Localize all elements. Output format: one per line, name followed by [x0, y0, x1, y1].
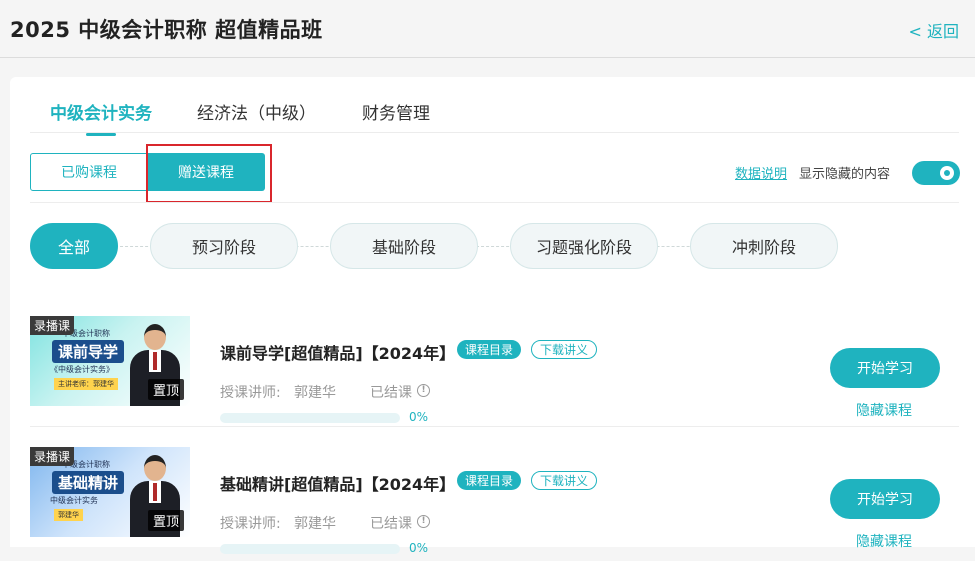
course-thumbnail[interactable]: 中级会计职称 课前导学 《中级会计实务》 主讲老师：郭建华 录播课 置顶 — [30, 316, 190, 406]
course-catalog-button[interactable]: 课程目录 — [457, 340, 521, 359]
download-handout-button[interactable]: 下载讲义 — [531, 340, 597, 359]
progress-bar — [220, 544, 400, 554]
start-learning-button[interactable]: 开始学习 — [830, 348, 940, 388]
back-link[interactable]: < 返回 — [909, 18, 960, 42]
course-title[interactable]: 课前导学[超值精品]【2024年】 — [220, 340, 455, 364]
teacher-name: 郭建华 — [294, 385, 336, 401]
tab-intermediate-accounting[interactable]: 中级会计实务 — [50, 99, 152, 136]
page-header: 2025 中级会计职称 超值精品班 < 返回 — [0, 0, 975, 58]
show-hidden-toggle[interactable] — [912, 161, 960, 185]
show-hidden-label: 显示隐藏的内容 — [799, 167, 891, 182]
subject-tabs: 中级会计实务 经济法（中级） 财务管理 — [10, 77, 975, 136]
download-handout-button[interactable]: 下载讲义 — [531, 471, 597, 490]
course-row: 中级会计职称 课前导学 《中级会计实务》 主讲老师：郭建华 录播课 置顶 课前导… — [10, 300, 975, 430]
thumb-main-title: 课前导学 — [52, 340, 125, 363]
purchased-courses-button[interactable]: 已购课程 — [30, 153, 148, 191]
info-icon[interactable]: ! — [417, 515, 430, 528]
stage-exercise[interactable]: 习题强化阶段 — [510, 223, 658, 269]
hide-course-link[interactable]: 隐藏课程 — [856, 531, 912, 551]
tab-economic-law[interactable]: 经济法（中级） — [197, 99, 316, 124]
course-status: 已结课 — [370, 516, 412, 532]
start-learning-button[interactable]: 开始学习 — [830, 479, 940, 519]
teacher-label: 授课讲师: — [220, 385, 281, 401]
pinned-badge: 置顶 — [147, 379, 184, 400]
thumb-book: 中级会计实务 — [50, 496, 98, 505]
pinned-badge: 置顶 — [147, 510, 184, 531]
course-thumbnail[interactable]: 中级会计职称 基础精讲 中级会计实务 郭建华 录播课 置顶 — [30, 447, 190, 537]
course-title[interactable]: 基础精讲[超值精品]【2024年】 — [220, 471, 455, 495]
thumb-teacher: 郭建华 — [54, 509, 83, 521]
thumb-book: 《中级会计实务》 — [50, 365, 114, 374]
stage-all[interactable]: 全部 — [30, 223, 118, 269]
data-note-link[interactable]: 数据说明 — [735, 163, 787, 182]
stage-foundation[interactable]: 基础阶段 — [330, 223, 478, 269]
course-catalog-button[interactable]: 课程目录 — [457, 471, 521, 490]
gift-courses-button[interactable]: 赠送课程 — [147, 153, 265, 191]
stage-sprint[interactable]: 冲刺阶段 — [690, 223, 838, 269]
recorded-badge: 录播课 — [30, 316, 75, 335]
tab-financial-management[interactable]: 财务管理 — [362, 99, 430, 124]
progress-bar — [220, 413, 400, 423]
divider — [30, 426, 959, 427]
stage-preview[interactable]: 预习阶段 — [150, 223, 298, 269]
teacher-label: 授课讲师: — [220, 516, 281, 532]
info-icon[interactable]: ! — [417, 384, 430, 397]
divider — [30, 202, 959, 203]
course-status: 已结课 — [370, 385, 412, 401]
page-title: 2025 中级会计职称 超值精品班 — [10, 18, 323, 42]
teacher-name: 郭建华 — [294, 516, 336, 532]
course-row: 中级会计职称 基础精讲 中级会计实务 郭建华 录播课 置顶 基础精讲[超值精品]… — [10, 431, 975, 561]
thumb-teacher: 主讲老师：郭建华 — [54, 378, 118, 390]
hide-course-link[interactable]: 隐藏课程 — [856, 400, 912, 420]
progress-percent: 0% — [409, 541, 429, 555]
recorded-badge: 录播课 — [30, 447, 75, 466]
progress-percent: 0% — [409, 410, 429, 424]
course-panel: 中级会计实务 经济法（中级） 财务管理 已购课程 赠送课程 数据说明 显示隐藏的… — [10, 77, 975, 555]
thumb-main-title: 基础精讲 — [52, 471, 125, 494]
toggle-knob — [940, 166, 954, 180]
